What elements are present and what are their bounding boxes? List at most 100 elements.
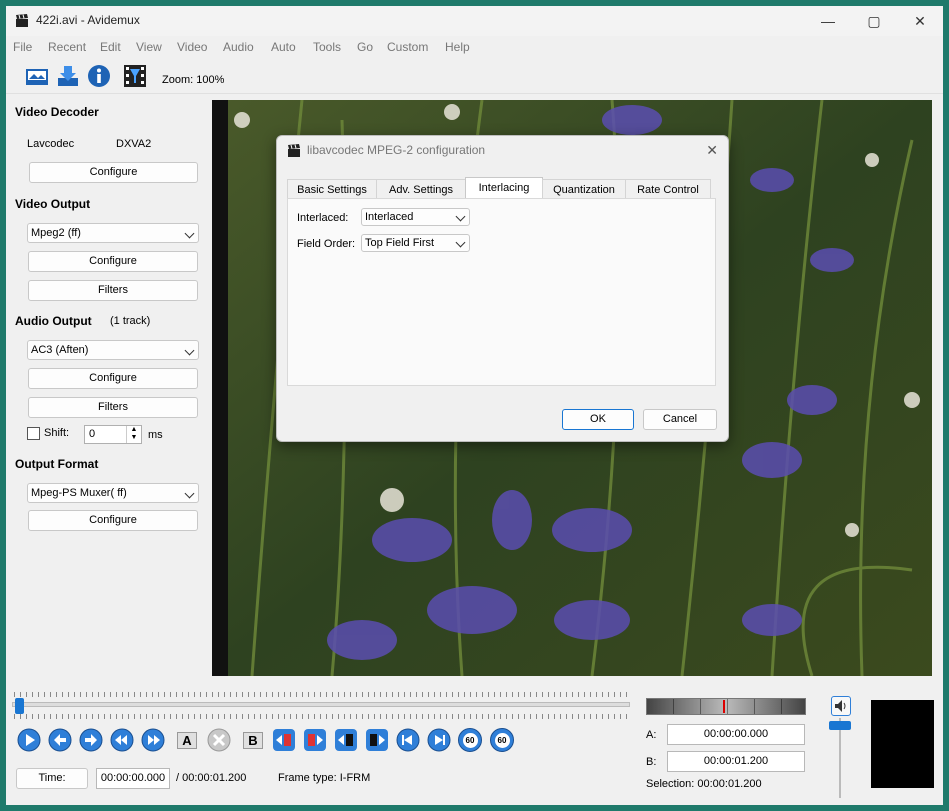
audio-output-select[interactable]: AC3 (Aften): [27, 340, 199, 360]
tab-adv-settings[interactable]: Adv. Settings: [376, 179, 466, 200]
video-output-configure-button[interactable]: Configure: [28, 251, 198, 272]
next-frame-icon[interactable]: [79, 728, 103, 752]
close-button[interactable]: ✕: [897, 6, 943, 36]
rewind-icon[interactable]: [110, 728, 134, 752]
timeline-track: [12, 702, 630, 707]
set-marker-b-button[interactable]: B: [239, 728, 267, 752]
video-output-value: Mpeg2 (ff): [31, 227, 81, 239]
timeline-handle[interactable]: [15, 698, 24, 714]
volume-track: [839, 718, 841, 798]
menu-file[interactable]: File: [13, 40, 32, 54]
menu-custom[interactable]: Custom: [387, 40, 428, 54]
frame-type: Frame type: I-FRM: [278, 772, 371, 784]
speaker-icon: [835, 700, 846, 712]
output-format-value: Mpeg-PS Muxer( ff): [31, 487, 127, 499]
maximize-button[interactable]: ▢: [851, 6, 897, 36]
shift-spinbox[interactable]: 0 ▲ ▼: [84, 425, 142, 444]
spin-arrows-icon[interactable]: ▲ ▼: [126, 426, 141, 443]
output-format-title: Output Format: [15, 457, 99, 471]
marker-a-label: A:: [646, 729, 657, 741]
audio-output-filters-button[interactable]: Filters: [28, 397, 198, 418]
forward-60-icon: 60: [490, 728, 514, 752]
menu-auto[interactable]: Auto: [271, 40, 296, 54]
output-format-select[interactable]: Mpeg-PS Muxer( ff): [27, 483, 199, 503]
output-format-configure-button[interactable]: Configure: [28, 510, 198, 531]
audio-output-title: Audio Output: [15, 314, 92, 328]
decoder-accel: DXVA2: [116, 138, 152, 150]
audio-output-value: AC3 (Aften): [31, 344, 89, 356]
tab-interlacing[interactable]: Interlacing: [465, 177, 543, 200]
total-time: / 00:00:01.200: [176, 772, 247, 784]
back-60-button[interactable]: 60: [458, 728, 482, 752]
fast-forward-icon[interactable]: [141, 728, 165, 752]
chevron-down-icon: [184, 228, 195, 239]
tab-basic-settings[interactable]: Basic Settings: [287, 179, 377, 200]
set-marker-a-button[interactable]: A: [173, 728, 201, 752]
shift-checkbox[interactable]: [27, 427, 40, 440]
menu-audio[interactable]: Audio: [223, 40, 254, 54]
jog-shuttle[interactable]: [646, 698, 806, 715]
interlacing-panel: Interlaced: Interlaced Field Order: Top …: [287, 198, 716, 386]
video-output-title: Video Output: [15, 197, 91, 211]
menu-video[interactable]: Video: [177, 40, 207, 54]
forward-60-button[interactable]: 60: [490, 728, 514, 752]
interlaced-select[interactable]: Interlaced: [361, 208, 470, 226]
chevron-down-icon: [455, 237, 466, 248]
ok-button[interactable]: OK: [562, 409, 634, 430]
audio-output-configure-button[interactable]: Configure: [28, 368, 198, 389]
minimize-icon: —: [821, 13, 835, 29]
next-keyframe-icon[interactable]: [303, 728, 327, 752]
save-file-icon[interactable]: [56, 64, 80, 88]
zoom-label: Zoom: 100%: [162, 74, 225, 86]
menu-help[interactable]: Help: [445, 40, 470, 54]
cancel-button[interactable]: Cancel: [643, 409, 717, 430]
delete-icon[interactable]: [207, 728, 231, 752]
next-black-frame-icon[interactable]: [365, 728, 389, 752]
previous-frame-icon[interactable]: [48, 728, 72, 752]
go-to-end-icon[interactable]: [427, 728, 451, 752]
open-file-icon[interactable]: [25, 64, 49, 88]
info-icon[interactable]: [87, 64, 111, 88]
left-panel: Video Decoder Lavcodec DXVA2 Configure V…: [6, 94, 211, 684]
selection-label: Selection: 00:00:01.200: [646, 778, 762, 790]
chevron-down-icon: [184, 345, 195, 356]
menu-go[interactable]: Go: [357, 40, 373, 54]
audio-meter: [871, 700, 934, 788]
go-to-start-icon[interactable]: [396, 728, 420, 752]
time-button[interactable]: Time:: [16, 768, 88, 789]
volume-slider-handle[interactable]: [829, 721, 851, 730]
current-time-field[interactable]: 00:00:00.000: [96, 768, 170, 789]
tab-quantization[interactable]: Quantization: [542, 179, 626, 200]
maximize-icon: ▢: [867, 12, 881, 29]
menu-edit[interactable]: Edit: [100, 40, 121, 54]
tab-rate-control[interactable]: Rate Control: [625, 179, 711, 200]
dialog-close-icon[interactable]: ✕: [706, 142, 718, 159]
marker-a-icon: A: [177, 731, 197, 749]
minimize-button[interactable]: —: [805, 6, 851, 36]
marker-b-field[interactable]: 00:00:01.200: [667, 751, 805, 772]
video-output-select[interactable]: Mpeg2 (ff): [27, 223, 199, 243]
timeline-ticks-top: [14, 692, 630, 697]
video-decoder-title: Video Decoder: [15, 105, 99, 119]
close-icon: ✕: [914, 12, 926, 29]
menu-tools[interactable]: Tools: [313, 40, 341, 54]
marker-a-field[interactable]: 00:00:00.000: [667, 724, 805, 745]
main-window: 422i.avi - Avidemux — ▢ ✕ File Recent Ed…: [6, 6, 943, 805]
play-icon[interactable]: [17, 728, 41, 752]
clapperboard-icon: [288, 144, 300, 157]
menu-view[interactable]: View: [136, 40, 162, 54]
timeline-slider[interactable]: [12, 692, 632, 720]
field-order-select[interactable]: Top Field First: [361, 234, 470, 252]
previous-black-frame-icon[interactable]: [334, 728, 358, 752]
mute-button[interactable]: [831, 696, 851, 716]
decoder-configure-button[interactable]: Configure: [29, 162, 198, 183]
menu-recent[interactable]: Recent: [48, 40, 86, 54]
previous-keyframe-icon[interactable]: [272, 728, 296, 752]
decoder-codec: Lavcodec: [27, 138, 75, 150]
jog-shuttle-ticks: [647, 699, 805, 714]
video-filter-icon[interactable]: [123, 64, 147, 88]
field-order-value: Top Field First: [365, 237, 435, 249]
chevron-down-icon: [455, 211, 466, 222]
back-60-icon: 60: [458, 728, 482, 752]
video-output-filters-button[interactable]: Filters: [28, 280, 198, 301]
